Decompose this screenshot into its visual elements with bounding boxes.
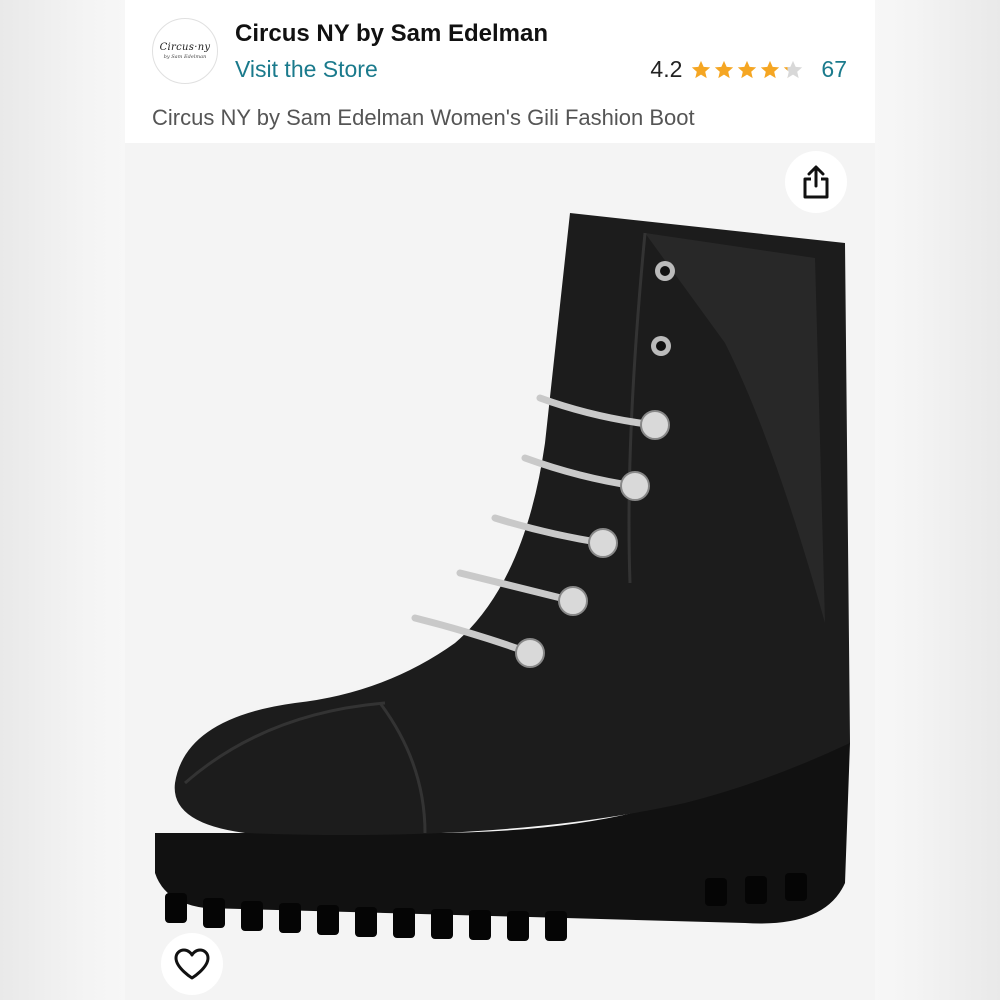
share-icon: [803, 165, 829, 199]
left-backdrop: [0, 0, 125, 1000]
product-title: Circus NY by Sam Edelman Women's Gili Fa…: [152, 105, 695, 130]
visit-store-link[interactable]: Visit the Store: [235, 56, 378, 83]
product-image: [155, 213, 850, 941]
brand-logo-text: Circus·ny: [159, 42, 211, 53]
star-icon: [784, 60, 803, 78]
star-icon: [715, 60, 734, 78]
heart-icon: [174, 948, 210, 980]
right-backdrop: [875, 0, 1000, 1000]
star-icon: [692, 60, 711, 78]
rating-value: 4.2: [650, 56, 683, 82]
rating-count[interactable]: 67: [821, 56, 847, 83]
product-image-area[interactable]: [125, 143, 875, 1000]
rating-stars: [690, 59, 805, 81]
brand-logo[interactable]: Circus·ny by Sam Edelman: [152, 18, 218, 84]
page: Circus·ny by Sam Edelman Circus NY by Sa…: [0, 0, 1000, 1000]
product-header: Circus·ny by Sam Edelman Circus NY by Sa…: [125, 0, 875, 143]
star-icon: [738, 60, 757, 78]
rating-summary[interactable]: 4.2 67: [650, 56, 847, 83]
share-button[interactable]: [785, 151, 847, 213]
brand-logo-subtext: by Sam Edelman: [163, 54, 207, 60]
star-icon: [761, 60, 780, 78]
favorite-button[interactable]: [161, 933, 223, 995]
product-card: Circus·ny by Sam Edelman Circus NY by Sa…: [125, 0, 875, 1000]
brand-name: Circus NY by Sam Edelman: [235, 20, 549, 47]
